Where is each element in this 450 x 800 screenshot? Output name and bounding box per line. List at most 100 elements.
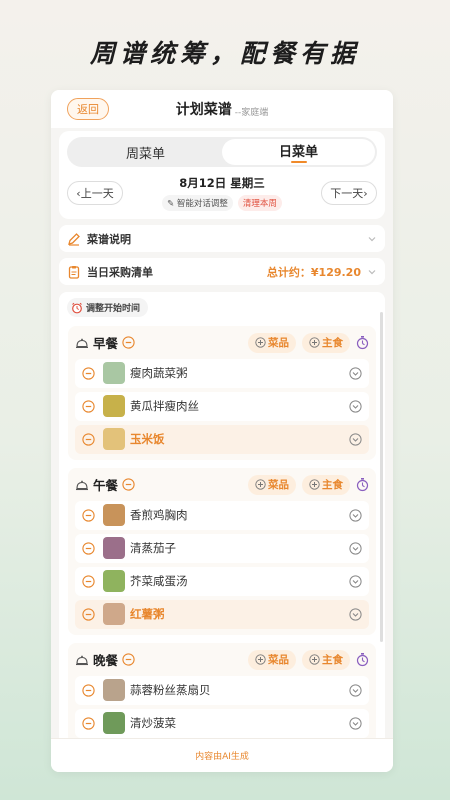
cloche-icon (76, 655, 88, 665)
top-bar: 返回 计划菜谱 --家庭端 (51, 90, 393, 128)
add-staple-button[interactable]: 主食 (302, 332, 350, 353)
plus-icon (309, 654, 320, 665)
timer-icon[interactable] (356, 652, 369, 667)
dish-name: 黄瓜拌瘦肉丝 (130, 399, 199, 413)
dish-thumbnail (103, 712, 125, 734)
remove-icon[interactable] (82, 432, 95, 446)
remove-icon[interactable] (82, 366, 95, 380)
ai-adjust-button[interactable]: ✎ 智能对话调整 (162, 195, 233, 211)
meal-name: 午餐 (93, 478, 119, 493)
meal-section: 午餐 菜品 主食 香煎鸡胸肉 清蒸茄子 芥菜咸蛋汤 红薯粥 (68, 467, 376, 635)
remove-icon[interactable] (82, 508, 95, 522)
dish-thumbnail (103, 362, 125, 384)
tab-day-menu[interactable]: 日菜单 (222, 139, 375, 165)
chevron-down-icon (368, 269, 376, 274)
dish-item[interactable]: 蒜蓉粉丝蒸扇贝 (75, 675, 369, 705)
timer-icon[interactable] (356, 477, 369, 492)
prev-day-button[interactable]: ‹上一天 (67, 181, 123, 205)
dish-item[interactable]: 黄瓜拌瘦肉丝 (75, 391, 369, 421)
plus-icon (255, 337, 266, 348)
dish-name: 瘦肉蔬菜粥 (130, 366, 188, 380)
expand-icon[interactable] (349, 399, 362, 413)
dish-item[interactable]: 玉米饭 (75, 424, 369, 454)
dish-thumbnail (103, 395, 125, 417)
adjust-start-time-button[interactable]: 调整开始时间 (67, 298, 149, 317)
expand-icon[interactable] (349, 432, 362, 446)
dish-item[interactable]: 香煎鸡胸肉 (75, 500, 369, 530)
meal-header: 早餐 菜品 主食 (75, 331, 369, 355)
app-screen: 返回 计划菜谱 --家庭端 周菜单 日菜单 ‹上一天 8月12日 星期三 ✎ 智… (51, 90, 393, 772)
remove-icon[interactable] (82, 716, 95, 730)
expand-icon[interactable] (349, 366, 362, 380)
menu-type-switch: 周菜单 日菜单 (67, 137, 377, 167)
expand-icon[interactable] (349, 607, 362, 621)
dish-item[interactable]: 芥菜咸蛋汤 (75, 566, 369, 596)
shopping-list-row[interactable]: 当日采购清单 总计约：¥129.20 (59, 258, 385, 285)
plus-icon (309, 337, 320, 348)
cloche-icon (76, 338, 88, 348)
shopping-list-label: 当日采购清单 (87, 265, 153, 279)
remove-icon[interactable] (82, 541, 95, 555)
slogan-banner: 周谱统筹，配餐有据 (89, 39, 360, 68)
page-subtitle: --家庭端 (234, 107, 269, 118)
expand-icon[interactable] (349, 541, 362, 555)
add-dish-button[interactable]: 菜品 (248, 474, 296, 495)
add-dish-button[interactable]: 菜品 (248, 332, 296, 353)
dish-name: 芥菜咸蛋汤 (130, 574, 188, 588)
remove-icon[interactable] (82, 683, 95, 697)
dish-thumbnail (103, 570, 125, 592)
remove-icon[interactable] (122, 336, 135, 349)
pencil-icon (68, 232, 80, 246)
meal-section: 晚餐 菜品 主食 蒜蓉粉丝蒸扇贝 清炒菠菜 (68, 642, 376, 738)
scrollbar[interactable] (380, 312, 383, 642)
dish-name: 香煎鸡胸肉 (130, 508, 188, 522)
meal-name: 晚餐 (93, 653, 119, 668)
expand-icon[interactable] (349, 716, 362, 730)
remove-icon[interactable] (122, 478, 135, 491)
current-date: 8月12日 星期三 (179, 176, 265, 190)
remove-icon[interactable] (82, 574, 95, 588)
ai-adjust-label: 智能对话调整 (176, 199, 228, 209)
tab-day-menu-label: 日菜单 (278, 145, 318, 160)
add-staple-label: 主食 (322, 654, 343, 666)
expand-icon[interactable] (349, 508, 362, 522)
meal-section: 早餐 菜品 主食 瘦肉蔬菜粥 黄瓜拌瘦肉丝 玉米饭 (68, 325, 376, 460)
dish-thumbnail (103, 504, 125, 526)
timer-icon[interactable] (356, 335, 369, 350)
plus-icon (255, 654, 266, 665)
dish-item[interactable]: 红薯粥 (75, 599, 369, 629)
cloche-icon (76, 480, 88, 490)
ai-disclaimer: 内容由AI生成 (51, 738, 393, 772)
meal-header: 晚餐 菜品 主食 (75, 648, 369, 672)
meal-list[interactable]: 调整开始时间 早餐 菜品 主食 瘦肉蔬菜粥 黄瓜拌瘦肉丝 玉米饭 午餐 菜品 主… (59, 292, 385, 738)
remove-icon[interactable] (82, 607, 95, 621)
page-title: 计划菜谱 (175, 102, 232, 118)
remove-icon[interactable] (82, 399, 95, 413)
expand-icon[interactable] (349, 683, 362, 697)
back-button[interactable]: 返回 (67, 98, 109, 120)
dish-item[interactable]: 清蒸茄子 (75, 533, 369, 563)
dish-thumbnail (103, 679, 125, 701)
plus-icon (255, 479, 266, 490)
remove-icon[interactable] (122, 653, 135, 666)
add-staple-label: 主食 (322, 337, 343, 349)
meal-header: 午餐 菜品 主食 (75, 473, 369, 497)
clipboard-icon (68, 265, 80, 279)
dish-item[interactable]: 瘦肉蔬菜粥 (75, 358, 369, 388)
add-staple-label: 主食 (322, 479, 343, 491)
recipe-info-row[interactable]: 菜谱说明 (59, 225, 385, 252)
dish-name: 清炒菠菜 (130, 716, 176, 730)
add-staple-button[interactable]: 主食 (302, 474, 350, 495)
add-staple-button[interactable]: 主食 (302, 649, 350, 670)
dish-thumbnail (103, 428, 125, 450)
tab-week-menu[interactable]: 周菜单 (69, 139, 222, 165)
dish-name: 红薯粥 (130, 607, 165, 621)
add-dish-button[interactable]: 菜品 (248, 649, 296, 670)
dish-item[interactable]: 清炒菠菜 (75, 708, 369, 738)
next-day-button[interactable]: 下一天› (320, 181, 377, 205)
active-tab-underline (290, 161, 307, 163)
alarm-clock-icon (72, 302, 82, 313)
expand-icon[interactable] (349, 574, 362, 588)
clear-week-button[interactable]: 清理本周 (237, 195, 282, 211)
meal-name: 早餐 (93, 336, 119, 351)
